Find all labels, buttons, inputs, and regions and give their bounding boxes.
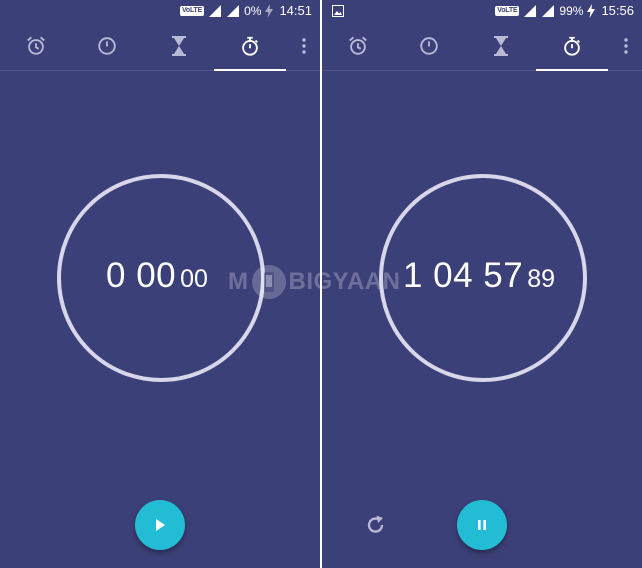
tab-stopwatch[interactable] — [214, 22, 286, 71]
stopwatch-time: 0 00 00 — [0, 256, 314, 296]
overflow-menu-button[interactable] — [616, 22, 636, 70]
status-bar: VoLTE 0% 14:51 — [0, 0, 320, 22]
signal-icon-2 — [542, 5, 555, 17]
reset-button[interactable] — [362, 511, 390, 539]
hourglass-icon — [494, 36, 508, 56]
tab-timer[interactable] — [143, 22, 215, 70]
elapsed-time: 1 04 57 — [402, 256, 524, 295]
pause-icon — [478, 520, 486, 530]
tab-alarm[interactable] — [322, 22, 394, 70]
stopwatch-icon — [564, 36, 580, 56]
alarm-icon — [349, 36, 367, 55]
alarm-icon — [27, 36, 45, 55]
tab-stopwatch[interactable] — [536, 22, 608, 71]
volte-badge: VoLTE — [179, 6, 205, 16]
pause-button[interactable] — [457, 500, 507, 550]
more-vert-icon — [302, 38, 306, 54]
stopwatch-screen-idle: VoLTE 0% 14:51 0 00 00 — [0, 0, 320, 568]
status-time: 15:56 — [601, 3, 634, 18]
stopwatch-time: 1 04 57 89 — [322, 256, 636, 296]
clock-icon — [420, 37, 438, 55]
battery-charging-icon — [587, 4, 596, 18]
signal-icon-2 — [227, 5, 240, 17]
elapsed-centiseconds: 89 — [527, 265, 556, 293]
play-icon — [156, 519, 165, 531]
elapsed-time: 0 00 — [106, 256, 177, 295]
status-bar: VoLTE 99% 15:56 — [322, 0, 642, 22]
tab-timer[interactable] — [465, 22, 537, 70]
image-notification-icon — [332, 5, 344, 17]
more-vert-icon — [624, 38, 628, 54]
clock-icon — [98, 37, 116, 55]
active-tab-indicator — [536, 69, 608, 71]
battery-charging-icon — [265, 4, 274, 18]
tab-clock[interactable] — [393, 22, 465, 70]
signal-icon — [524, 5, 537, 17]
start-button[interactable] — [135, 500, 185, 550]
elapsed-centiseconds: 00 — [180, 265, 208, 293]
signal-icon — [209, 5, 222, 17]
reset-icon — [367, 515, 384, 533]
status-time: 14:51 — [279, 3, 312, 18]
hourglass-icon — [172, 36, 186, 56]
tab-bar — [0, 22, 320, 71]
battery-percent: 99% — [559, 4, 584, 18]
battery-percent: 0% — [244, 4, 262, 18]
tab-clock[interactable] — [71, 22, 143, 70]
stopwatch-icon — [242, 36, 258, 56]
tab-bar — [322, 22, 642, 71]
overflow-menu-button[interactable] — [294, 22, 314, 70]
volte-badge: VoLTE — [495, 6, 520, 16]
stopwatch-screen-running: VoLTE 99% 15:56 1 04 57 89 — [322, 0, 642, 568]
tab-alarm[interactable] — [0, 22, 72, 70]
active-tab-indicator — [214, 69, 286, 71]
